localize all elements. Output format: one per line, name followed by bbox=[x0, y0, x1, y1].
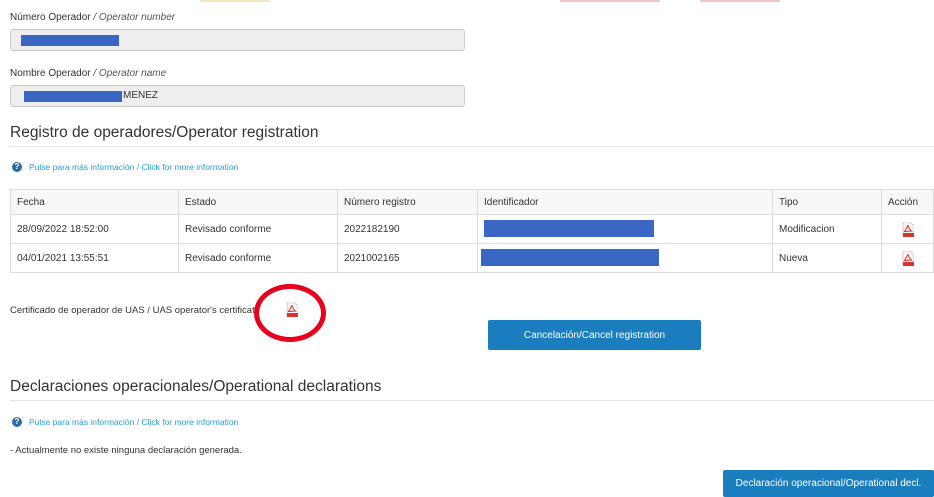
column-header-tipo: Tipo bbox=[772, 189, 882, 215]
cell-numero-registro: 2022182190 bbox=[337, 214, 478, 244]
table-row: 04/01/2021 13:55:51 Revisado conforme 20… bbox=[10, 243, 934, 273]
top-strip bbox=[0, 0, 934, 3]
cell-numero-registro: 2021002165 bbox=[337, 243, 478, 273]
info-circle-icon: ? bbox=[12, 162, 22, 172]
cancel-registration-button[interactable]: Cancelación/Cancel registration bbox=[488, 320, 701, 350]
cell-tipo: Modificacion bbox=[772, 214, 882, 244]
new-declaration-button[interactable]: Declaración operacional/Operational decl… bbox=[723, 470, 934, 497]
cell-estado: Revisado conforme bbox=[178, 214, 338, 244]
operator-name-field[interactable]: MENEZ bbox=[10, 85, 465, 107]
cell-tipo: Nueva bbox=[772, 243, 882, 273]
column-header-numero-registro: Número registro bbox=[337, 189, 478, 215]
annotation-red-circle bbox=[254, 284, 326, 342]
cell-accion bbox=[881, 214, 934, 244]
registration-divider bbox=[10, 146, 934, 147]
no-declarations-message: - Actualmente no existe ninguna declarac… bbox=[10, 445, 242, 456]
redacted-operator-name bbox=[24, 91, 122, 102]
declarations-divider bbox=[10, 400, 934, 401]
registration-info-link[interactable]: ? Pulse para más información / Click for… bbox=[12, 162, 238, 172]
operator-number-field[interactable] bbox=[10, 29, 465, 51]
registration-info-link-text[interactable]: Pulse para más información / Click for m… bbox=[29, 162, 238, 172]
cell-fecha: 28/09/2022 18:52:00 bbox=[10, 214, 179, 244]
declarations-info-link[interactable]: ? Pulse para más información / Click for… bbox=[12, 417, 238, 427]
cell-estado: Revisado conforme bbox=[178, 243, 338, 273]
redacted-identifier bbox=[481, 249, 659, 266]
column-header-fecha: Fecha bbox=[10, 189, 179, 215]
registration-table: Fecha Estado Número registro Identificad… bbox=[10, 189, 934, 273]
operator-number-label: Número Operador / Operator number bbox=[10, 12, 176, 23]
registration-section-title: Registro de operadores/Operator registra… bbox=[10, 124, 319, 141]
redacted-identifier bbox=[484, 220, 654, 237]
info-circle-icon: ? bbox=[12, 417, 22, 427]
table-row: 28/09/2022 18:52:00 Revisado conforme 20… bbox=[10, 214, 934, 244]
declarations-info-link-text[interactable]: Pulse para más información / Click for m… bbox=[29, 417, 238, 427]
cell-fecha: 04/01/2021 13:55:51 bbox=[10, 243, 179, 273]
cell-accion bbox=[881, 243, 934, 273]
redacted-operator-number bbox=[21, 35, 119, 46]
declarations-section-title: Declaraciones operacionales/Operational … bbox=[10, 378, 382, 395]
table-header-row: Fecha Estado Número registro Identificad… bbox=[10, 189, 934, 215]
cell-identificador bbox=[477, 214, 773, 244]
operator-name-label: Nombre Operador / Operator name bbox=[10, 68, 167, 79]
column-header-identificador: Identificador bbox=[477, 189, 773, 215]
pdf-file-icon[interactable] bbox=[902, 250, 914, 266]
certificate-label: Certificado de operador de UAS / UAS ope… bbox=[10, 305, 260, 316]
cell-identificador bbox=[477, 243, 773, 273]
column-header-estado: Estado bbox=[178, 189, 338, 215]
pdf-file-icon[interactable] bbox=[902, 221, 914, 237]
column-header-accion: Acción bbox=[881, 189, 934, 215]
operator-name-visible-part: MENEZ bbox=[123, 90, 158, 101]
